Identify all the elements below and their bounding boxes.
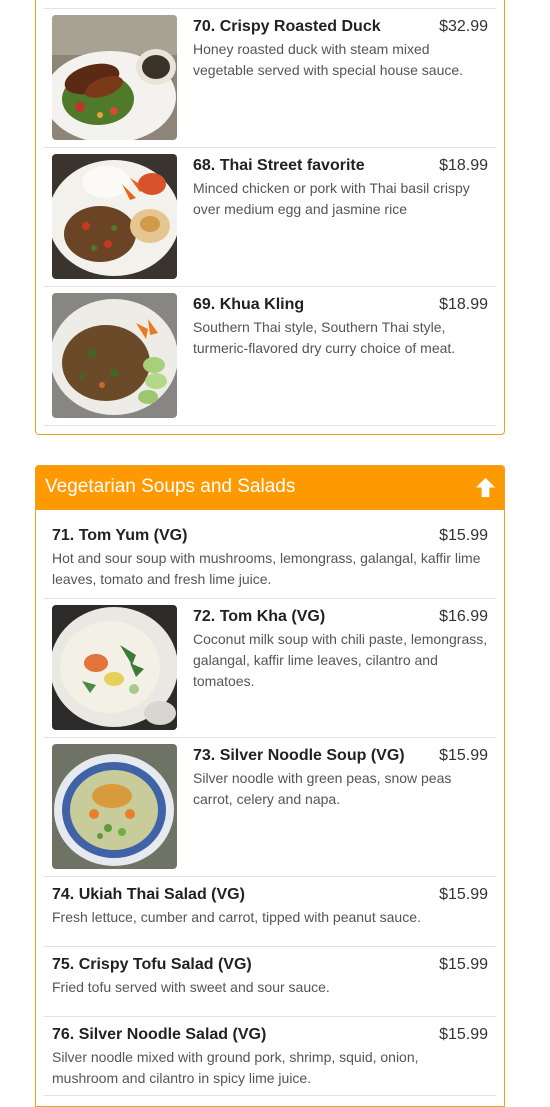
item-name: 74. Ukiah Thai Salad (VG) xyxy=(52,886,245,903)
menu-item[interactable]: 69. Khua Kling $18.99 Southern Thai styl… xyxy=(44,286,496,426)
thai-street-photo[interactable] xyxy=(52,154,177,279)
item-description: Fresh lettuce, cumber and carrot, tipped… xyxy=(52,909,421,925)
menu-item[interactable]: 76. Silver Noodle Salad (VG) $15.99 Silv… xyxy=(44,1016,496,1096)
section-header: Vegetarian Soups and Salads xyxy=(35,465,505,510)
item-price: $15.99 xyxy=(439,956,488,973)
item-price: $15.99 xyxy=(439,747,488,764)
menu-item[interactable]: 73. Silver Noodle Soup (VG) $15.99 Silve… xyxy=(44,737,496,876)
menu-panel-previous: 70. Crispy Roasted Duck $32.99 Honey roa… xyxy=(35,0,505,435)
menu-item[interactable]: 74. Ukiah Thai Salad (VG) $15.99 Fresh l… xyxy=(44,876,496,946)
item-description: Minced chicken or pork with Thai basil c… xyxy=(193,180,470,217)
item-description: Hot and sour soup with mushrooms, lemong… xyxy=(52,550,481,587)
item-price: $15.99 xyxy=(439,1026,488,1043)
tom-kha-photo[interactable] xyxy=(52,605,177,730)
item-name: 76. Silver Noodle Salad (VG) xyxy=(52,1026,267,1043)
crispy-duck-photo[interactable] xyxy=(52,15,177,140)
arrow-up-icon[interactable] xyxy=(474,476,497,499)
item-name: 70. Crispy Roasted Duck xyxy=(193,18,381,35)
item-name: 75. Crispy Tofu Salad (VG) xyxy=(52,956,252,973)
item-price: $15.99 xyxy=(439,886,488,903)
item-name: 73. Silver Noodle Soup (VG) xyxy=(193,747,405,764)
menu-item[interactable]: 75. Crispy Tofu Salad (VG) $15.99 Fried … xyxy=(44,946,496,1016)
item-description: Coconut milk soup with chili paste, lemo… xyxy=(193,631,488,689)
item-price: $15.99 xyxy=(439,527,488,544)
item-name: 69. Khua Kling xyxy=(193,296,305,313)
menu-item[interactable]: 70. Crispy Roasted Duck $32.99 Honey roa… xyxy=(44,8,496,147)
item-name: 72. Tom Kha (VG) xyxy=(193,608,326,625)
item-description: Southern Thai style, Southern Thai style… xyxy=(193,319,456,356)
vegetarian-soups-salads-panel: Vegetarian Soups and Salads 71. Tom Yum … xyxy=(35,465,505,1107)
menu-item[interactable]: 72. Tom Kha (VG) $16.99 Coconut milk sou… xyxy=(44,598,496,737)
item-price: $16.99 xyxy=(439,608,488,625)
item-price: $18.99 xyxy=(439,157,488,174)
menu-item[interactable]: 68. Thai Street favorite $18.99 Minced c… xyxy=(44,147,496,286)
item-description: Silver noodle mixed with ground pork, sh… xyxy=(52,1049,419,1086)
item-price: $32.99 xyxy=(439,18,488,35)
item-name: 71. Tom Yum (VG) xyxy=(52,527,188,544)
silver-noodle-soup-photo[interactable] xyxy=(52,744,177,869)
khua-kling-photo[interactable] xyxy=(52,293,177,418)
item-description: Silver noodle with green peas, snow peas… xyxy=(193,770,452,807)
item-description: Honey roasted duck with steam mixed vege… xyxy=(193,41,464,78)
item-name: 68. Thai Street favorite xyxy=(193,157,365,174)
section-title: Vegetarian Soups and Salads xyxy=(45,476,296,497)
item-description: Fried tofu served with sweet and sour sa… xyxy=(52,979,330,995)
item-price: $18.99 xyxy=(439,296,488,313)
menu-item[interactable]: 71. Tom Yum (VG) $15.99 Hot and sour sou… xyxy=(44,518,496,598)
